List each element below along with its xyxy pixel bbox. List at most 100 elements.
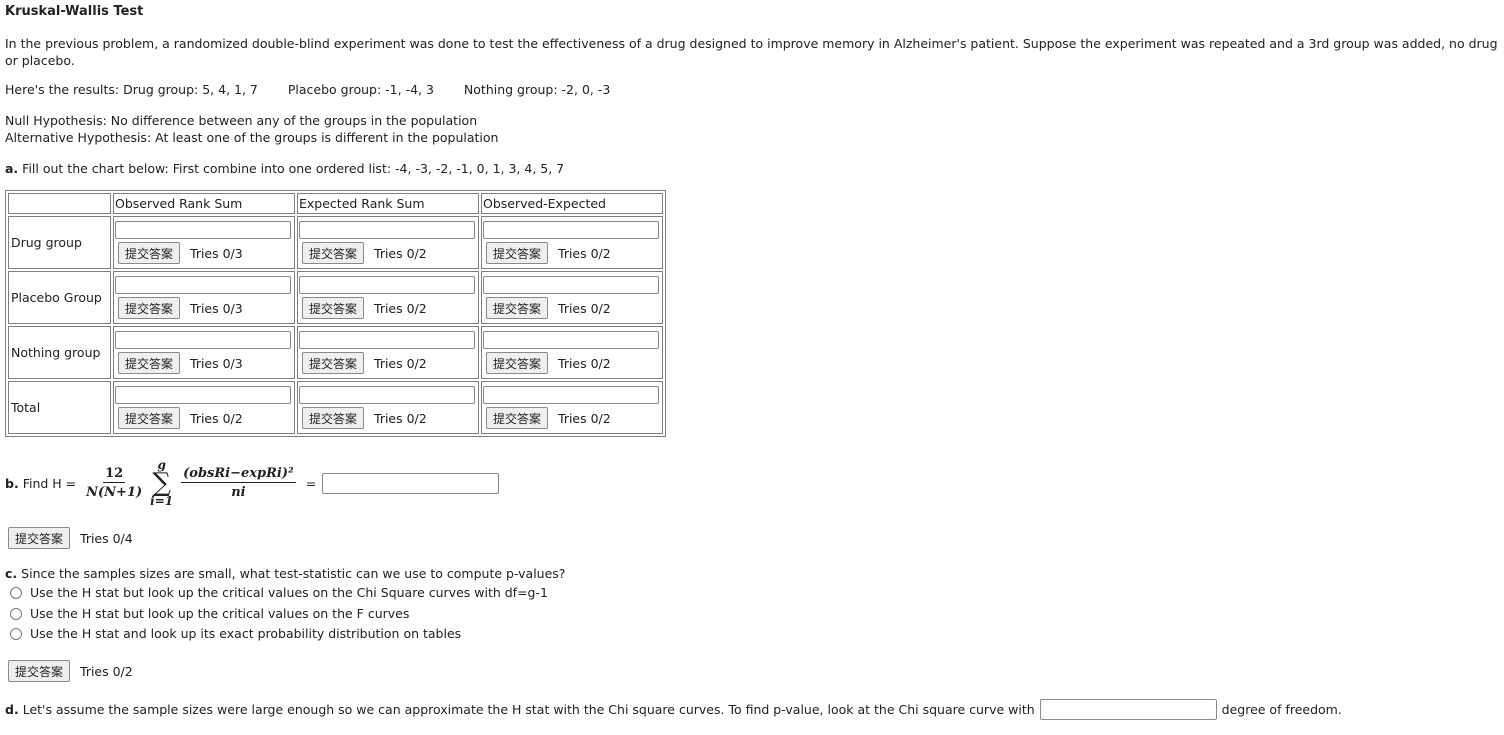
observed-rank-sum-input[interactable] [115,276,291,294]
formula-term: (obsRi−expRi)² ni [181,466,296,500]
submit-row: 提交答案 Tries 0/2 [302,407,478,429]
sigma-icon: ∑ [152,468,171,498]
equals-sign: = [305,475,317,491]
table-header-row: Observed Rank Sum Expected Rank Sum Obse… [8,193,663,214]
header-expected-rank-sum: Expected Rank Sum [297,193,479,214]
observed-expected-cell: 提交答案 Tries 0/2 [481,216,663,269]
observed-rank-sum-cell: 提交答案 Tries 0/3 [113,271,295,324]
row-label: Drug group [8,216,111,269]
submit-answer-button[interactable]: 提交答案 [118,297,181,319]
submit-answer-button[interactable]: 提交答案 [486,352,549,374]
table-row: Nothing group 提交答案 Tries 0/3 提交答案 Tries 0/2 提… [8,326,663,379]
part-a-text: Fill out the chart below: First combine … [22,161,565,176]
part-c-text: Since the samples sizes are small, what … [21,566,566,581]
expected-rank-sum-input[interactable] [299,331,475,349]
results-line: Here's the results: Drug group: 5, 4, 1,… [5,82,610,97]
submit-row: 提交答案 Tries 0/2 [486,352,662,374]
table-row: Placebo Group 提交答案 Tries 0/3 提交答案 Tries 0/2 提… [8,271,663,324]
drug-results: Drug group: 5, 4, 1, 7 [123,82,258,97]
option-exact-distribution[interactable]: Use the H stat and look up its exact pro… [10,626,461,641]
radio-button[interactable] [10,607,22,620]
submit-row: 提交答案 Tries 0/2 [486,407,662,429]
observed-rank-sum-cell: 提交答案 Tries 0/2 [113,381,295,434]
alternative-hypothesis: Alternative Hypothesis: At least one of … [5,130,499,145]
submit-row: 提交答案 Tries 0/2 [302,242,478,264]
tries-counter: Tries 0/2 [374,355,427,371]
option-chi-square[interactable]: Use the H stat but look up the critical … [10,585,548,600]
tries-counter: Tries 0/3 [190,300,243,316]
expected-rank-sum-input[interactable] [299,386,475,404]
expected-rank-sum-cell: 提交答案 Tries 0/2 [297,381,479,434]
part-b-tries: Tries 0/4 [80,530,133,546]
tries-counter: Tries 0/2 [558,300,611,316]
header-observed-rank-sum: Observed Rank Sum [113,193,295,214]
submit-row: 提交答案 Tries 0/3 [118,352,294,374]
part-c-label: c. [5,566,18,581]
placebo-results: Placebo group: -1, -4, 3 [287,82,434,97]
part-c-question: c. Since the samples sizes are small, wh… [5,566,565,581]
tries-counter: Tries 0/2 [558,410,611,426]
part-b-label: b. [5,475,19,491]
option-label: Use the H stat and look up its exact pro… [30,626,462,641]
submit-answer-button[interactable]: 提交答案 [486,242,549,264]
part-d-label: d. [5,702,19,717]
submit-row: 提交答案 Tries 0/3 [118,242,294,264]
part-b-submit-button[interactable]: 提交答案 [8,527,71,549]
submit-answer-button[interactable]: 提交答案 [486,297,549,319]
degrees-of-freedom-input[interactable] [1039,699,1217,720]
submit-answer-button[interactable]: 提交答案 [302,407,365,429]
expected-rank-sum-input[interactable] [299,221,475,239]
submit-answer-button[interactable]: 提交答案 [118,352,181,374]
part-a-label: a. [5,161,19,176]
formula-n-expression: N(N+1) [86,485,143,500]
expected-rank-sum-cell: 提交答案 Tries 0/2 [297,271,479,324]
option-f-curves[interactable]: Use the H stat but look up the critical … [10,606,409,621]
submit-answer-button[interactable]: 提交答案 [118,242,181,264]
row-label: Total [8,381,111,434]
part-b-text: Find H = [22,475,77,491]
observed-rank-sum-input[interactable] [115,221,291,239]
tries-counter: Tries 0/2 [558,245,611,261]
submit-answer-button[interactable]: 提交答案 [302,242,365,264]
observed-expected-input[interactable] [483,221,659,239]
formula-coefficient: 12 N(N+1) [86,466,142,500]
formula-term-denominator-text: ni [231,485,246,500]
observed-expected-cell: 提交答案 Tries 0/2 [481,381,663,434]
expected-rank-sum-input[interactable] [299,276,475,294]
submit-row: 提交答案 Tries 0/2 [302,297,478,319]
rank-sum-table: Observed Rank Sum Expected Rank Sum Obse… [5,190,666,437]
tries-counter: Tries 0/2 [374,410,427,426]
submit-row: 提交答案 Tries 0/2 [486,242,662,264]
formula-term-numerator-text: (obsRi−expRi)² [183,466,294,481]
h-value-input[interactable] [322,472,500,494]
submit-answer-button[interactable]: 提交答案 [302,297,365,319]
tries-counter: Tries 0/3 [190,245,243,261]
observed-rank-sum-input[interactable] [115,331,291,349]
part-d: d. Let's assume the sample sizes were la… [5,699,1342,720]
table-row: Drug group 提交答案 Tries 0/3 提交答案 Tries 0/2 提交答案… [8,216,663,269]
submit-answer-button[interactable]: 提交答案 [118,407,181,429]
expected-rank-sum-cell: 提交答案 Tries 0/2 [297,216,479,269]
part-c-submit-button[interactable]: 提交答案 [8,660,71,682]
tries-counter: Tries 0/2 [558,355,611,371]
header-empty [8,193,111,214]
option-label: Use the H stat but look up the critical … [30,606,410,621]
tries-counter: Tries 0/3 [190,355,243,371]
part-c-tries: Tries 0/2 [80,663,133,679]
results-prefix: Here's the results: [5,82,120,97]
observed-expected-input[interactable] [483,276,659,294]
observed-rank-sum-cell: 提交答案 Tries 0/3 [113,216,295,269]
radio-button[interactable] [10,586,22,599]
observed-expected-cell: 提交答案 Tries 0/2 [481,271,663,324]
observed-expected-input[interactable] [483,386,659,404]
part-c-submit-row: 提交答案 Tries 0/2 [8,660,133,682]
sum-lower-limit: i=1 [150,494,174,508]
submit-answer-button[interactable]: 提交答案 [486,407,549,429]
observed-expected-input[interactable] [483,331,659,349]
radio-button[interactable] [10,627,22,640]
submit-answer-button[interactable]: 提交答案 [302,352,365,374]
part-a-instructions: a. Fill out the chart below: First combi… [5,161,564,176]
observed-rank-sum-input[interactable] [115,386,291,404]
observed-expected-cell: 提交答案 Tries 0/2 [481,326,663,379]
option-label: Use the H stat but look up the critical … [30,585,548,600]
